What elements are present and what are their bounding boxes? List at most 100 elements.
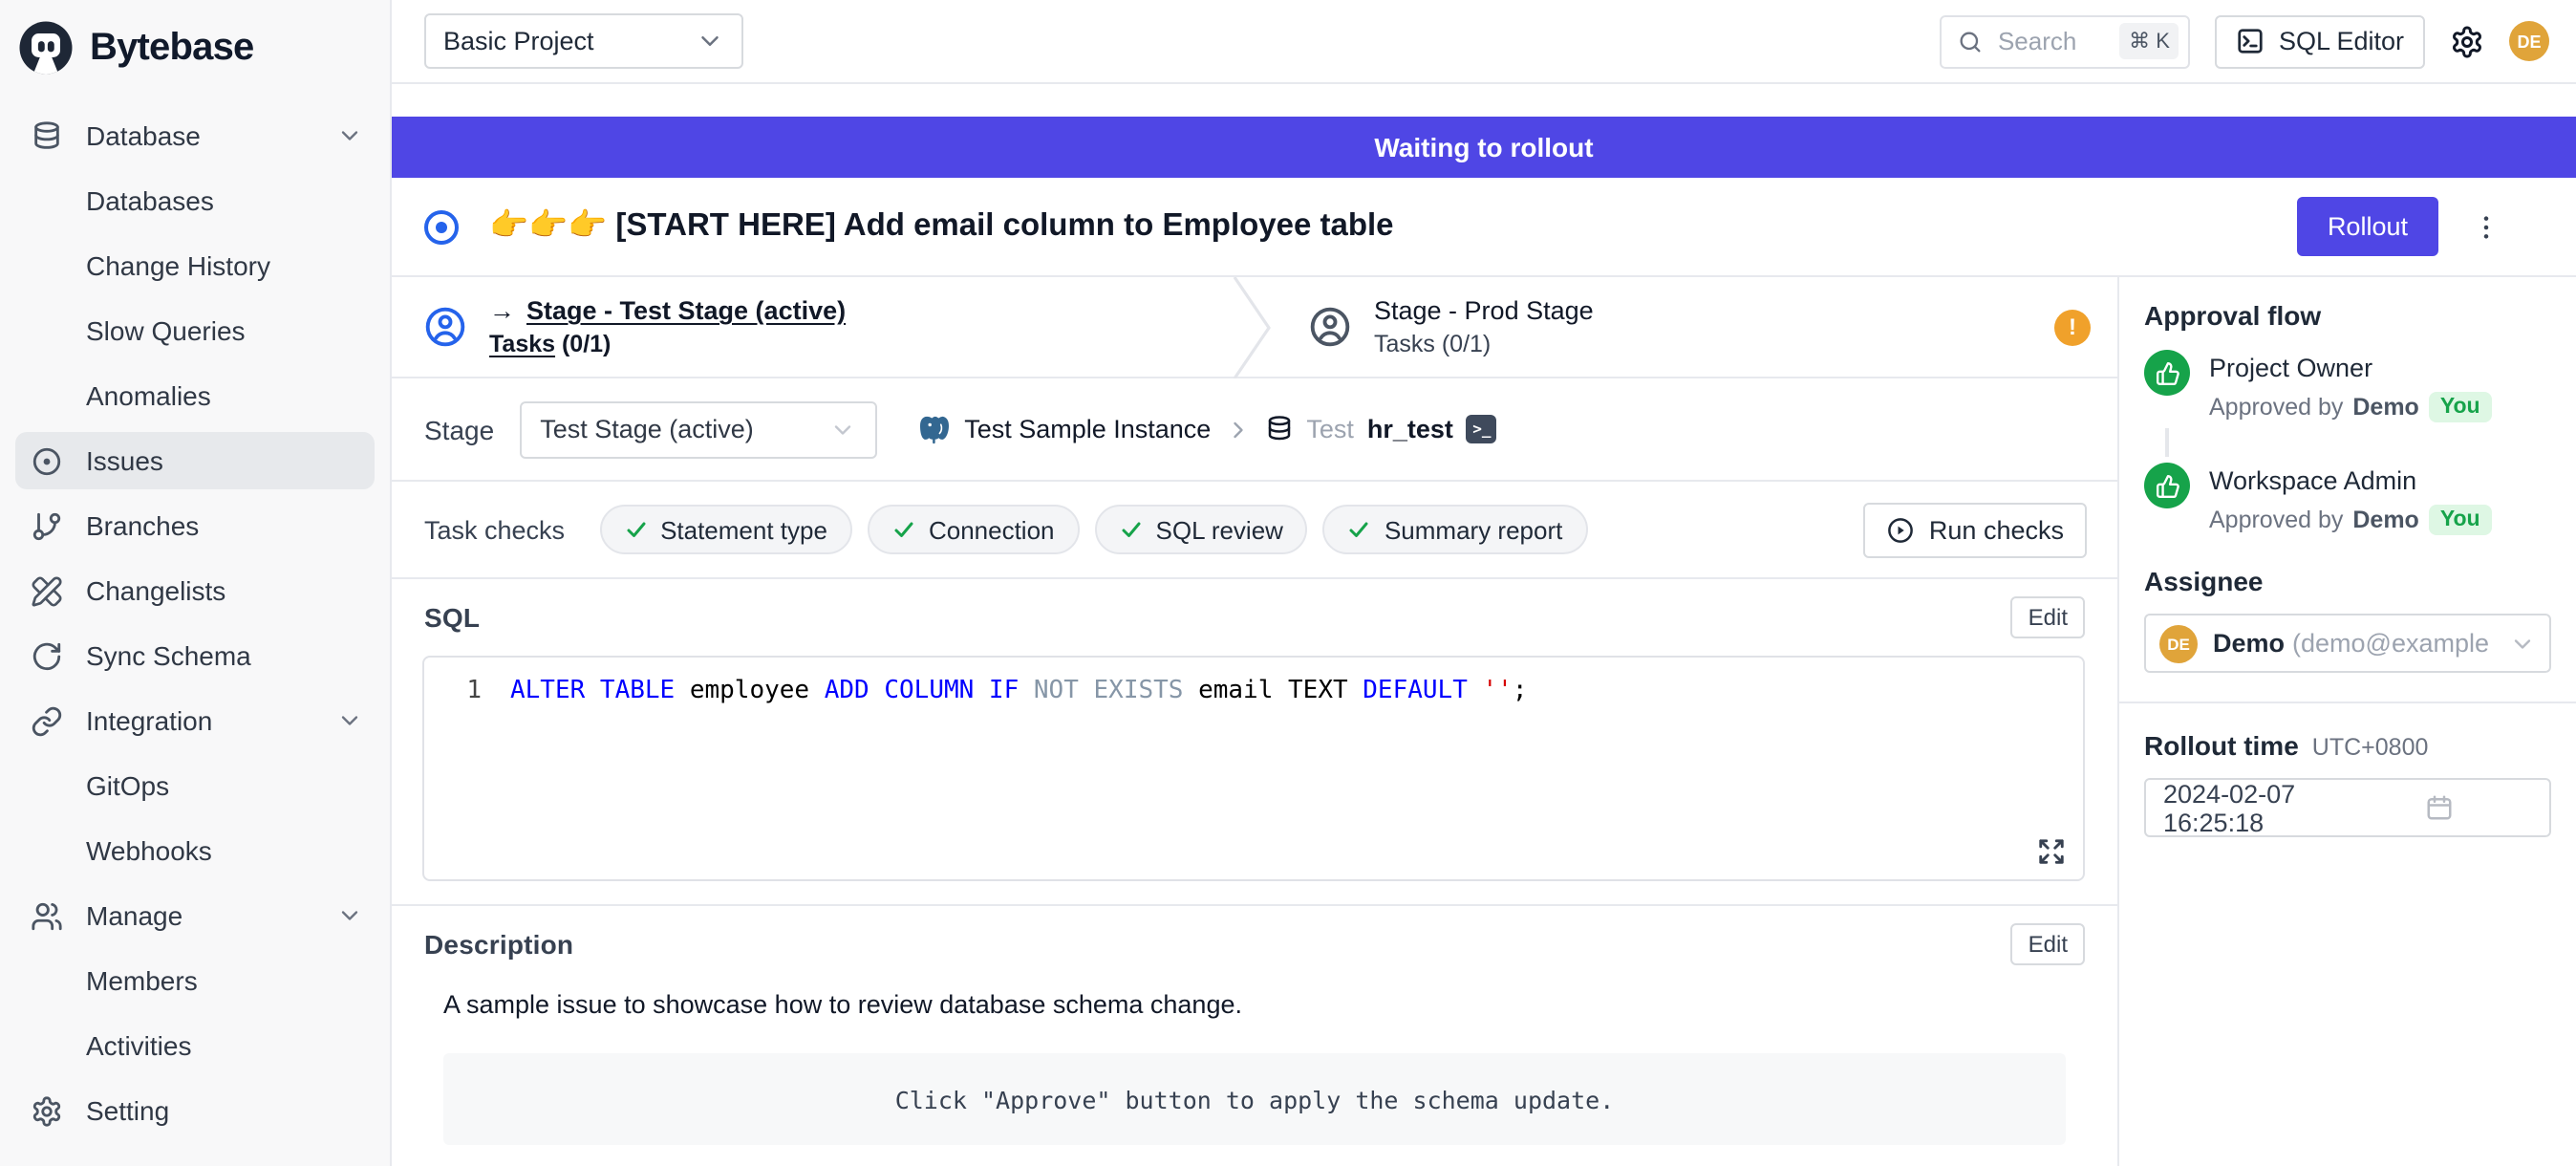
rollout-time-value: 2024-02-07 16:25:18 — [2163, 779, 2348, 836]
sql-section-header: SQL Edit — [392, 596, 2117, 638]
issue-title: 👉👉👉 [START HERE] Add email column to Emp… — [489, 208, 1394, 245]
project-select-value: Basic Project — [443, 27, 594, 55]
stage-tasks: Tasks (0/1) — [1374, 331, 1594, 357]
task-check-pill-connection[interactable]: Connection — [868, 505, 1080, 554]
sidebar-item-sync-schema[interactable]: Sync Schema — [15, 627, 375, 684]
sidebar-item-label: Integration — [86, 705, 212, 736]
stage-card-test[interactable]: →Stage - Test Stage (active) Tasks (0/1) — [392, 277, 1227, 377]
chevron-down-icon — [336, 122, 363, 149]
sql-edit-button[interactable]: Edit — [2011, 596, 2085, 638]
sidebar-item-anomalies[interactable]: Anomalies — [15, 367, 375, 424]
sidebar-item-label: Sync Schema — [86, 640, 251, 671]
approval-role: Project Owner — [2209, 350, 2492, 382]
user-avatar[interactable]: DE — [2509, 21, 2549, 61]
status-banner: Waiting to rollout — [392, 117, 2576, 178]
sidebar-item-database[interactable]: Database — [15, 107, 375, 164]
terminal-square-icon — [2237, 27, 2265, 55]
thumbs-up-icon — [2144, 350, 2190, 396]
task-check-label: Summary report — [1385, 515, 1562, 544]
user-circle-icon — [1309, 306, 1351, 348]
sidebar-item-change-history[interactable]: Change History — [15, 237, 375, 294]
sidebar-item-label: Database — [86, 120, 201, 151]
sql-heading: SQL — [424, 602, 480, 633]
gear-icon[interactable] — [2450, 24, 2484, 58]
sidebar-item-webhooks[interactable]: Webhooks — [15, 822, 375, 879]
stage-select[interactable]: Test Stage (active) — [519, 400, 876, 458]
description-edit-button[interactable]: Edit — [2011, 923, 2085, 965]
sidebar-item-integration[interactable]: Integration — [15, 692, 375, 749]
bytebase-logo[interactable]: Bytebase — [0, 0, 390, 92]
sql-token: ; — [1513, 677, 1528, 705]
sidebar-item-branches[interactable]: Branches — [15, 497, 375, 554]
check-icon — [892, 518, 915, 541]
topbar-right: Search ⌘ K SQL Editor DE — [1941, 14, 2549, 68]
approval-step: Workspace Admin Approved byDemo You — [2144, 463, 2551, 535]
sidebar-item-databases[interactable]: Databases — [15, 172, 375, 229]
sidebar-item-label: GitOps — [86, 770, 169, 801]
task-check-label: Connection — [929, 515, 1055, 544]
sidebar-item-label: Manage — [86, 900, 182, 931]
sql-editor-button[interactable]: SQL Editor — [2216, 14, 2425, 68]
run-checks-button[interactable]: Run checks — [1864, 502, 2087, 557]
sql-editor-label: SQL Editor — [2279, 27, 2404, 55]
chevron-down-icon — [336, 902, 363, 929]
assignee-avatar: DE — [2159, 624, 2198, 662]
approval-status: Approved byDemo You — [2209, 392, 2492, 422]
stage-card-prod[interactable]: Stage - Prod Stage Tasks (0/1) ! — [1277, 277, 2117, 377]
sql-token: DEFAULT — [1363, 677, 1482, 705]
link-icon — [31, 704, 63, 737]
rollout-button[interactable]: Rollout — [2297, 197, 2438, 256]
search-kbd-shortcut: ⌘ K — [2119, 23, 2179, 59]
stage-tasks: Tasks (0/1) — [489, 331, 846, 357]
sidebar-item-label: Slow Queries — [86, 315, 246, 346]
sidebar-item-slow-queries[interactable]: Slow Queries — [15, 302, 375, 359]
description-text: A sample issue to showcase how to review… — [443, 990, 2066, 1019]
task-check-pill-statement-type[interactable]: Statement type — [599, 505, 852, 554]
instance-link[interactable]: Test Sample Instance — [964, 415, 1211, 443]
assignee-select[interactable]: DE Demo (demo@example — [2144, 614, 2551, 673]
issue-status-icon — [424, 209, 459, 244]
stage-select-row: Stage Test Stage (active) Test Sample In… — [392, 378, 2117, 482]
sidebar-item-label: Setting — [86, 1095, 169, 1126]
sidebar-item-changelists[interactable]: Changelists — [15, 562, 375, 619]
expand-editor-icon[interactable] — [2037, 837, 2066, 866]
sidebar-item-label: Members — [86, 965, 198, 996]
postgresql-icon — [916, 412, 951, 446]
stage-select-label: Stage — [424, 414, 494, 444]
calendar-icon — [2348, 793, 2532, 822]
open-sql-editor-icon[interactable]: >_ — [1467, 415, 1497, 443]
approver-name: Demo — [2352, 507, 2418, 533]
approval-status: Approved byDemo You — [2209, 505, 2492, 535]
sql-token: ALTER TABLE — [510, 677, 690, 705]
sql-code: ALTER TABLE employee ADD COLUMN IF NOT E… — [510, 675, 1528, 709]
stage-name: →Stage - Test Stage (active) — [489, 296, 846, 325]
sidebar-item-members[interactable]: Members — [15, 952, 375, 1009]
sidebar: Bytebase Database Databases Change History… — [0, 0, 392, 1166]
check-icon — [1348, 518, 1371, 541]
task-check-pill-sql-review[interactable]: SQL review — [1095, 505, 1308, 554]
approval-flow-heading: Approval flow — [2144, 300, 2551, 331]
approval-step: Project Owner Approved byDemo You — [2144, 350, 2551, 422]
task-check-pill-summary-report[interactable]: Summary report — [1323, 505, 1587, 554]
sidebar-item-gitops[interactable]: GitOps — [15, 757, 375, 814]
issues-icon — [31, 444, 63, 477]
sidebar-item-label: Webhooks — [86, 835, 212, 866]
task-checks-label: Task checks — [424, 515, 565, 544]
description-note-box: Click "Approve" button to apply the sche… — [443, 1053, 2066, 1145]
sidebar-item-activities[interactable]: Activities — [15, 1017, 375, 1074]
approver-name: Demo — [2352, 394, 2418, 421]
rollout-time-input[interactable]: 2024-02-07 16:25:18 — [2144, 778, 2551, 837]
sidebar-item-issues[interactable]: Issues — [15, 432, 375, 489]
sql-editor[interactable]: 1 ALTER TABLE employee ADD COLUMN IF NOT… — [422, 656, 2085, 881]
more-options-icon[interactable] — [2471, 211, 2501, 242]
approval-steps: Project Owner Approved byDemo You — [2144, 350, 2551, 535]
stage-select-value: Test Stage (active) — [540, 415, 754, 443]
user-circle-icon — [424, 306, 466, 348]
database-link[interactable]: hr_test — [1367, 415, 1453, 443]
search-input[interactable]: Search ⌘ K — [1941, 14, 2191, 68]
sql-code-line: 1 ALTER TABLE employee ADD COLUMN IF NOT… — [424, 675, 2083, 709]
project-select[interactable]: Basic Project — [424, 13, 743, 69]
description-section-header: Description Edit — [392, 923, 2117, 965]
sidebar-item-setting[interactable]: Setting — [15, 1082, 375, 1139]
sidebar-item-manage[interactable]: Manage — [15, 887, 375, 944]
